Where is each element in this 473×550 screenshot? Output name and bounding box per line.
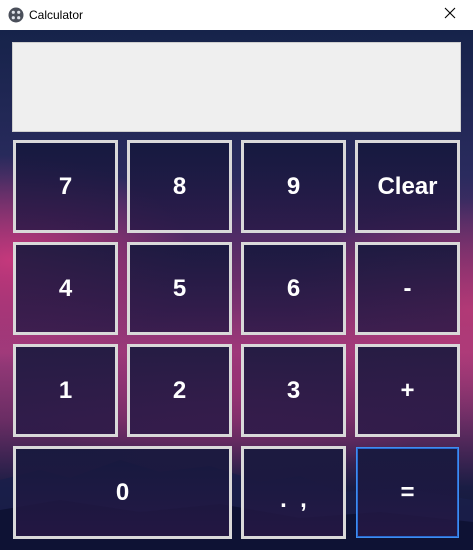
decimal-button[interactable]: . ,	[241, 446, 346, 539]
plus-button[interactable]: +	[355, 344, 460, 437]
key-9-button[interactable]: 9	[241, 140, 346, 233]
calculator-app-icon	[8, 7, 24, 23]
calculator-body: 7 8 9 Clear 4 5 6 - 1 2 3 + 0 . , =	[0, 30, 473, 550]
title-bar: Calculator	[0, 0, 473, 30]
close-icon	[444, 6, 456, 24]
key-8-button[interactable]: 8	[127, 140, 232, 233]
clear-button[interactable]: Clear	[355, 140, 460, 233]
close-button[interactable]	[427, 0, 473, 30]
window-title: Calculator	[29, 8, 84, 22]
minus-button[interactable]: -	[355, 242, 460, 335]
key-3-button[interactable]: 3	[241, 344, 346, 437]
key-1-button[interactable]: 1	[13, 344, 118, 437]
key-4-button[interactable]: 4	[13, 242, 118, 335]
key-5-button[interactable]: 5	[127, 242, 232, 335]
key-2-button[interactable]: 2	[127, 344, 232, 437]
key-0-button[interactable]: 0	[13, 446, 232, 539]
key-6-button[interactable]: 6	[241, 242, 346, 335]
equals-button[interactable]: =	[356, 447, 459, 538]
key-7-button[interactable]: 7	[13, 140, 118, 233]
calculator-window: Calculator 7 8 9 Clear 4 5 6 - 1 2 3 + 0…	[0, 0, 473, 550]
display-field[interactable]	[12, 42, 461, 132]
